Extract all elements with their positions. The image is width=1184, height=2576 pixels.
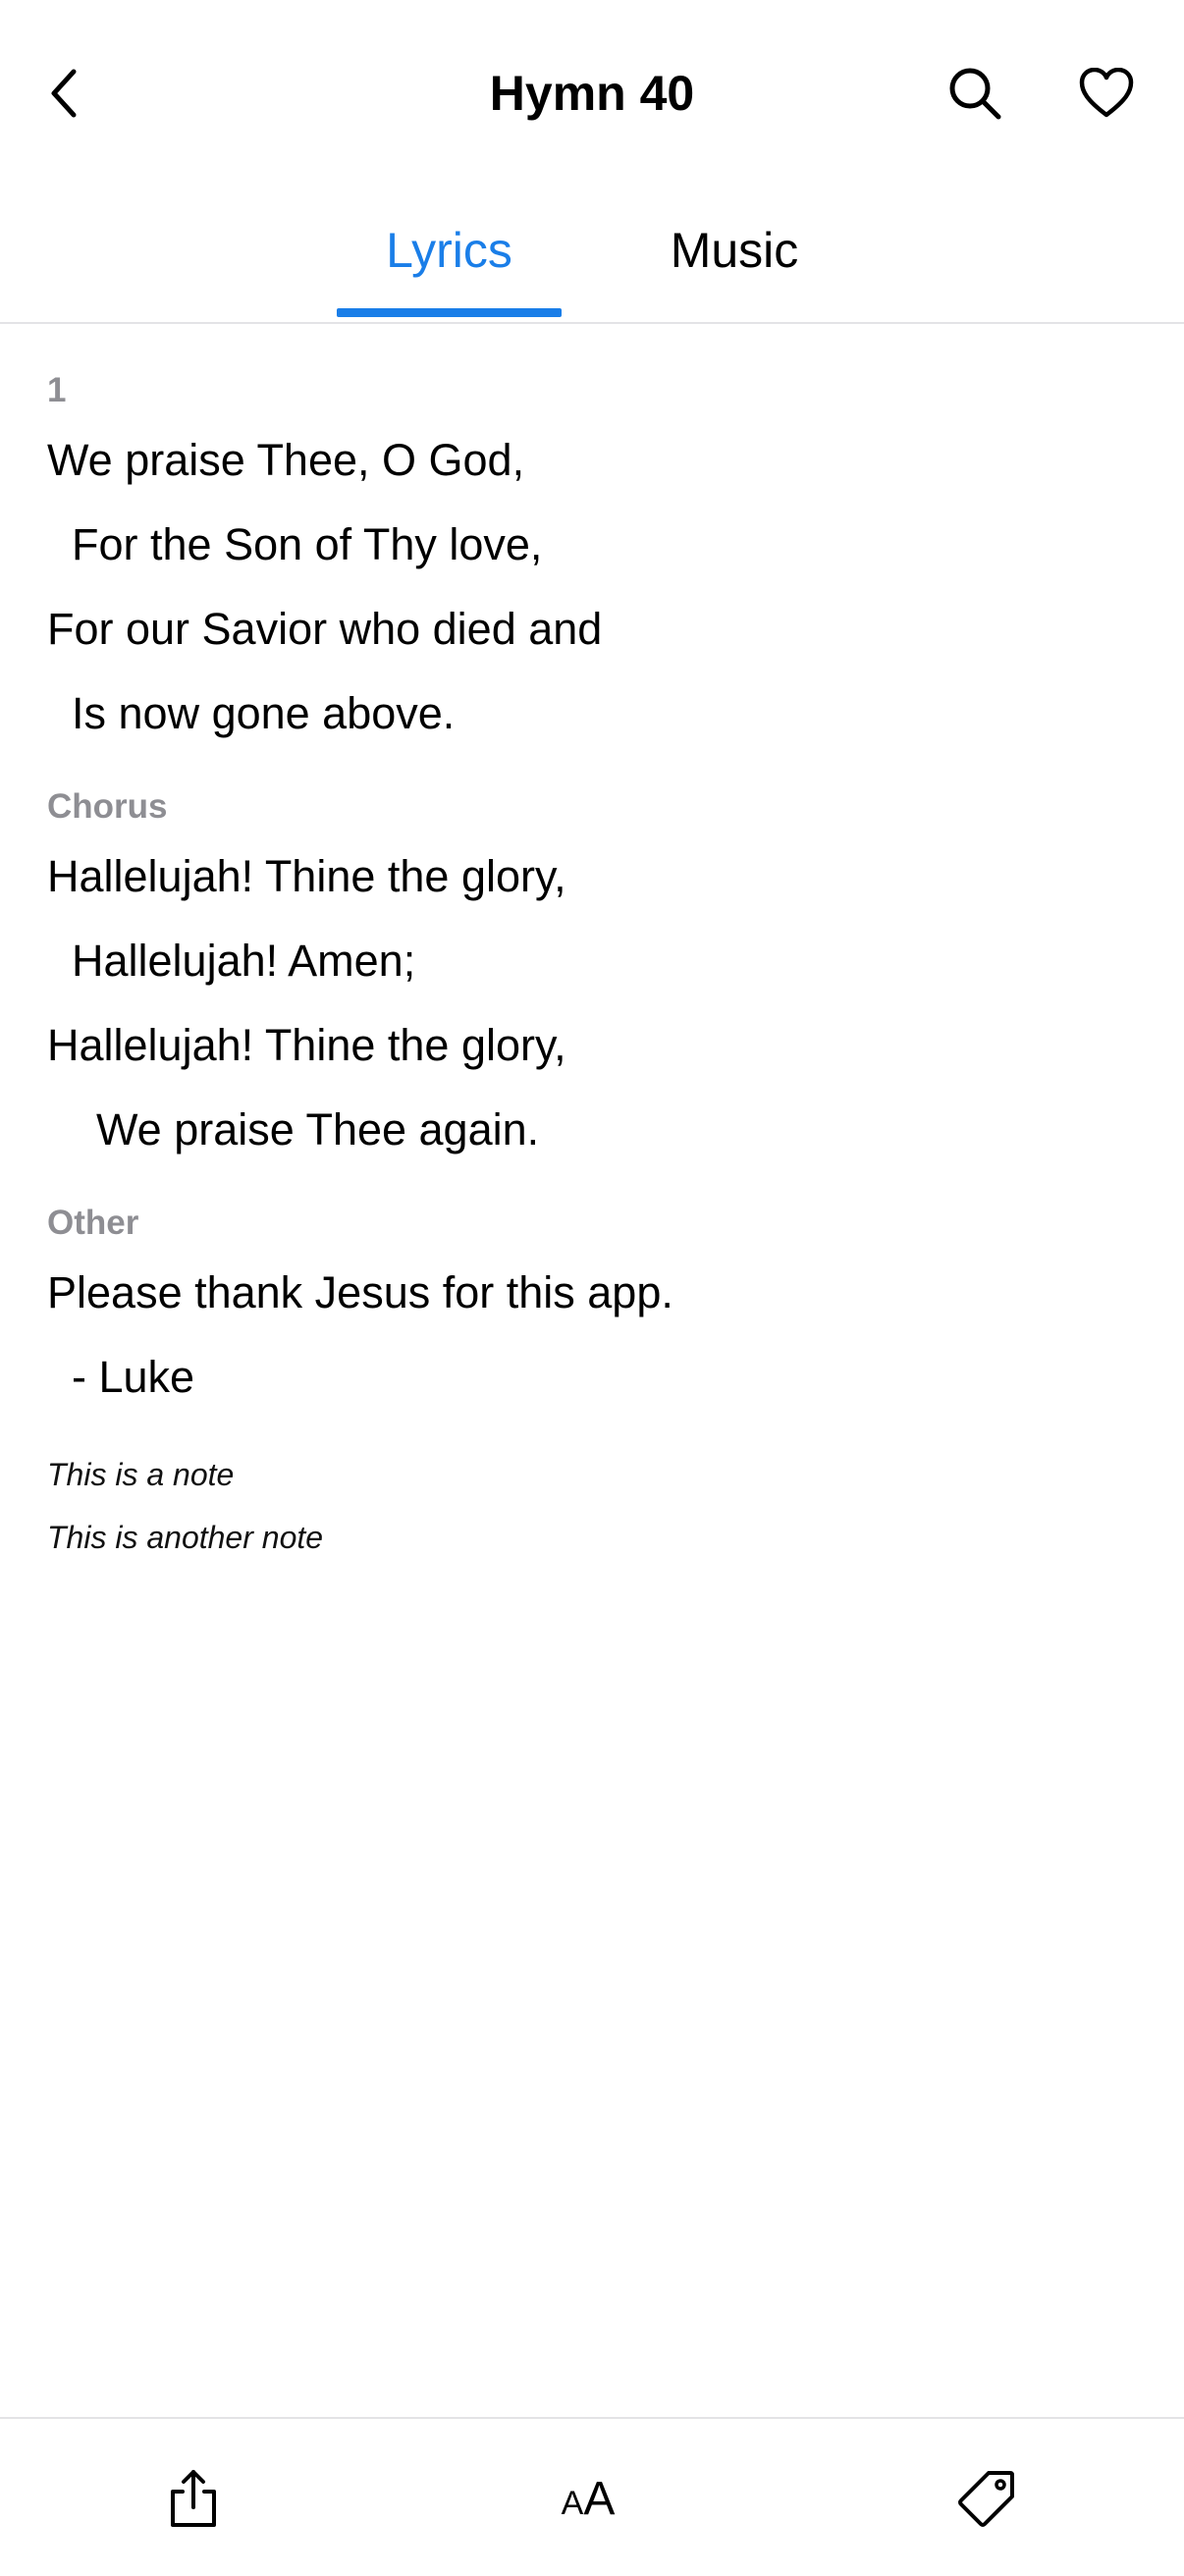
section-label: Chorus [47, 787, 168, 826]
lyric-line: Please thank Jesus for this app. [47, 1267, 673, 1317]
favorite-button[interactable] [1074, 61, 1139, 126]
text-size-small-glyph: A [561, 2485, 584, 2522]
share-icon [171, 2470, 216, 2527]
lyric-line: - Luke [47, 1352, 195, 1402]
section-label: 1 [47, 371, 67, 409]
verse-section: 1 We praise Thee, O God, For the Son of … [47, 363, 1137, 756]
search-button[interactable] [942, 61, 1007, 126]
lyric-line: Is now gone above. [47, 688, 456, 738]
selected-tab-indicator [337, 308, 562, 317]
search-icon [949, 68, 1001, 120]
tag-icon [958, 2471, 1014, 2527]
share-button[interactable] [163, 2464, 224, 2533]
lyric-line: For our Savior who died and [47, 604, 603, 654]
note-text: This is another note [47, 1520, 324, 1555]
tab-lyrics[interactable]: Lyrics [337, 216, 562, 285]
text-size-icon: A A [562, 2474, 616, 2533]
lyric-line: Hallelujah! Thine the glory, [47, 851, 566, 901]
note-text: This is a note [47, 1457, 235, 1492]
text-size-button[interactable]: A A [554, 2464, 622, 2533]
lyric-line: For the Son of Thy love, [47, 519, 543, 569]
tag-button[interactable] [952, 2464, 1021, 2533]
lyric-line: Hallelujah! Thine the glory, [47, 1020, 566, 1070]
lyric-line: We praise Thee, O God, [47, 435, 525, 485]
bottom-toolbar: A A [0, 2417, 1184, 2576]
heart-icon [1079, 68, 1134, 118]
tab-bar: Lyrics Music [0, 187, 1184, 324]
lyric-line: We praise Thee again. [47, 1104, 540, 1154]
text-size-big-glyph: A [583, 2473, 616, 2525]
navigation-header: Hymn 40 [0, 0, 1184, 187]
chorus-section: Chorus Hallelujah! Thine the glory, Hall… [47, 779, 1137, 1172]
lyrics-content[interactable]: 1 We praise Thee, O God, For the Son of … [47, 363, 1137, 1569]
lyric-line: Hallelujah! Amen; [47, 936, 416, 986]
tab-music[interactable]: Music [648, 216, 821, 285]
other-section: Other Please thank Jesus for this app. -… [47, 1196, 1137, 1420]
section-label: Other [47, 1204, 139, 1242]
